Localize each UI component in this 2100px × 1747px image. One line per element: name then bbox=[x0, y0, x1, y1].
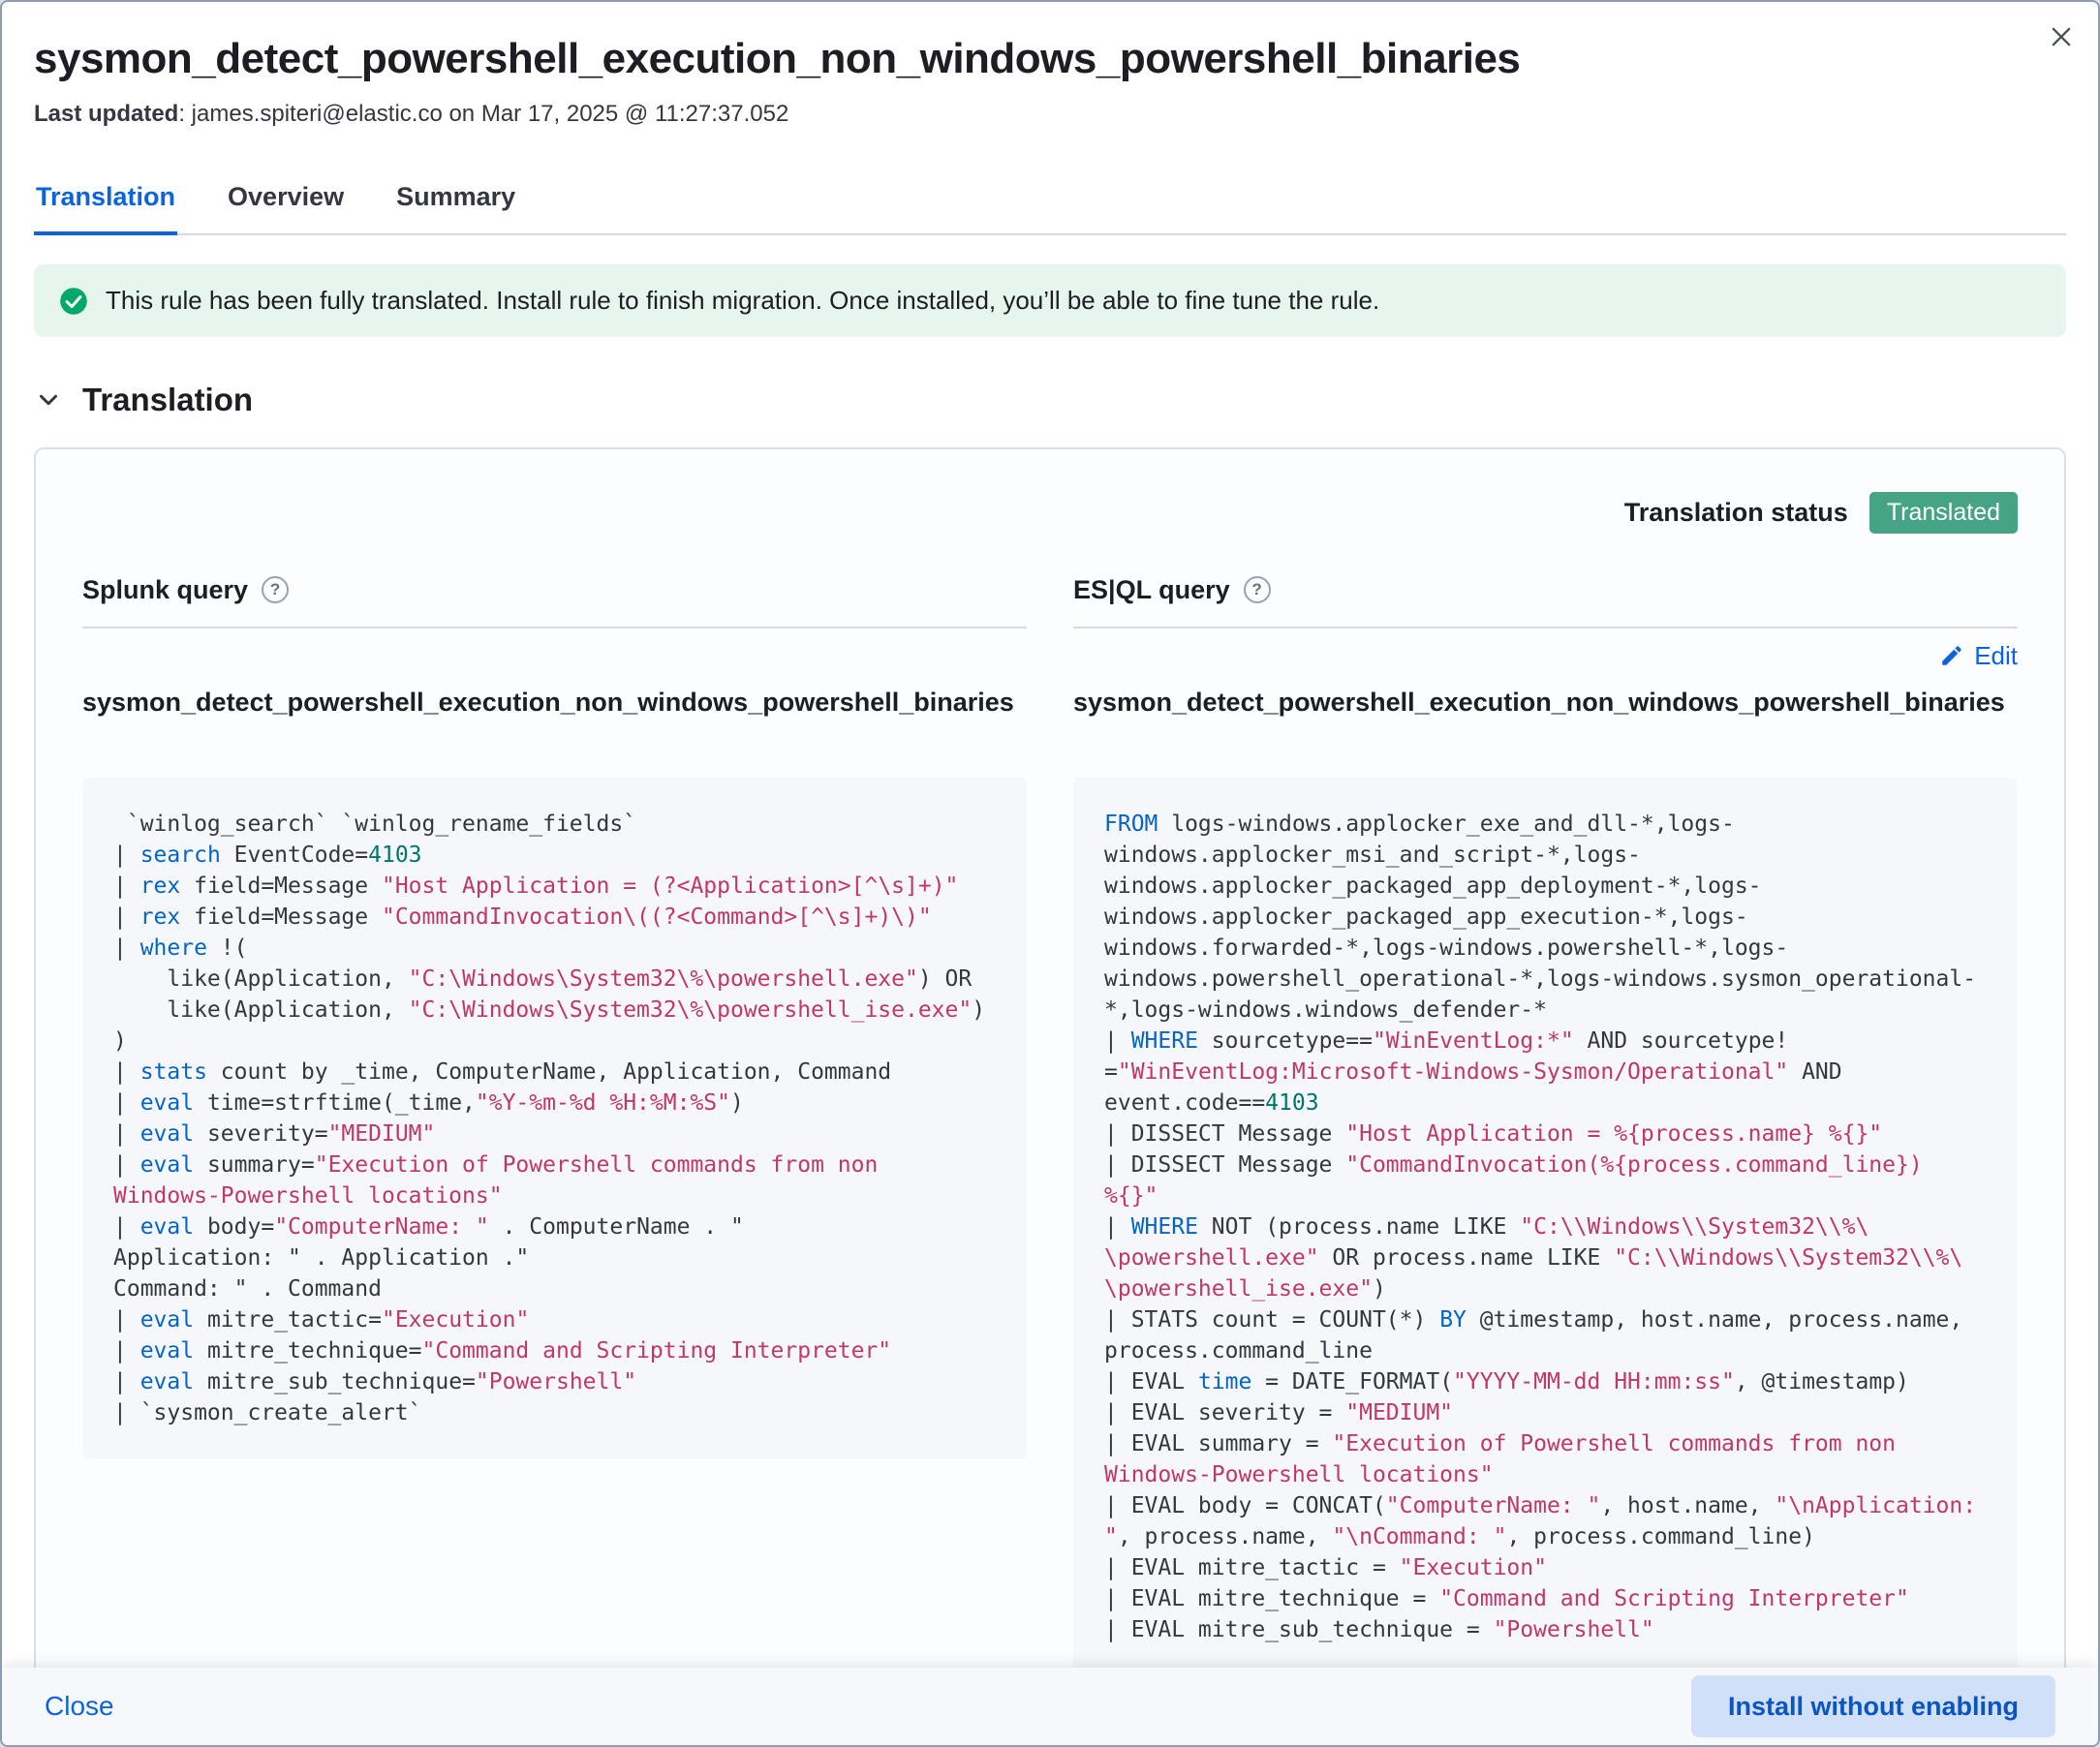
esql-query-heading: ES|QL query ? bbox=[1073, 572, 2018, 607]
esql-query-label: ES|QL query bbox=[1073, 575, 1230, 605]
success-callout: This rule has been fully translated. Ins… bbox=[34, 264, 2066, 337]
splunk-query-heading: Splunk query ? bbox=[82, 572, 1027, 607]
esql-query-column: ES|QL query ? Edit sysmon_detect_powersh… bbox=[1073, 572, 2018, 1668]
callout-message: This rule has been fully translated. Ins… bbox=[106, 286, 1379, 316]
flyout-body: sysmon_detect_powershell_execution_non_w… bbox=[2, 2, 2098, 1668]
flyout-footer: Close Install without enabling bbox=[2, 1668, 2098, 1745]
close-button[interactable]: Close bbox=[45, 1691, 114, 1722]
splunk-code-block: `winlog_search` `winlog_rename_fields`| … bbox=[82, 778, 1027, 1459]
page-title: sysmon_detect_powershell_execution_non_w… bbox=[34, 35, 2066, 83]
tab-translation[interactable]: Translation bbox=[34, 170, 177, 235]
translation-status-label: Translation status bbox=[1624, 498, 1848, 528]
last-updated-label: Last updated bbox=[34, 101, 178, 127]
pencil-icon bbox=[1939, 643, 1964, 668]
translation-section-title: Translation bbox=[82, 382, 253, 418]
tab-overview[interactable]: Overview bbox=[226, 170, 346, 233]
tab-summary[interactable]: Summary bbox=[394, 170, 517, 233]
help-icon[interactable]: ? bbox=[262, 576, 289, 603]
splunk-query-label: Splunk query bbox=[82, 575, 248, 605]
translation-section-header: Translation bbox=[34, 382, 2066, 418]
check-circle-icon bbox=[59, 287, 88, 316]
last-updated-value: : james.spiteri@elastic.co on Mar 17, 20… bbox=[178, 101, 788, 127]
splunk-rule-name: sysmon_detect_powershell_execution_non_w… bbox=[82, 683, 1027, 760]
translation-status-badge: Translated bbox=[1869, 492, 2018, 534]
help-icon[interactable]: ? bbox=[1244, 576, 1271, 603]
esql-code-block: FROM logs-windows.applocker_exe_and_dll-… bbox=[1073, 778, 2018, 1668]
esql-rule-name: sysmon_detect_powershell_execution_non_w… bbox=[1073, 683, 2018, 760]
translation-panel: Translation status Translated Splunk que… bbox=[34, 447, 2066, 1668]
last-updated: Last updated: james.spiteri@elastic.co o… bbox=[34, 101, 2066, 128]
install-without-enabling-button[interactable]: Install without enabling bbox=[1691, 1675, 2055, 1737]
translation-status-row: Translation status Translated bbox=[82, 492, 2018, 534]
tab-bar: Translation Overview Summary bbox=[34, 170, 2066, 235]
edit-row: Edit bbox=[1073, 628, 2018, 683]
rule-migration-flyout: sysmon_detect_powershell_execution_non_w… bbox=[0, 0, 2100, 1747]
chevron-down-icon[interactable] bbox=[34, 385, 63, 414]
edit-row-spacer bbox=[82, 628, 1027, 683]
edit-button[interactable]: Edit bbox=[1939, 641, 2018, 671]
close-icon[interactable] bbox=[2040, 15, 2083, 58]
edit-label: Edit bbox=[1974, 641, 2018, 671]
splunk-query-column: Splunk query ? sysmon_detect_powershell_… bbox=[82, 572, 1027, 1668]
query-columns: Splunk query ? sysmon_detect_powershell_… bbox=[82, 572, 2018, 1668]
